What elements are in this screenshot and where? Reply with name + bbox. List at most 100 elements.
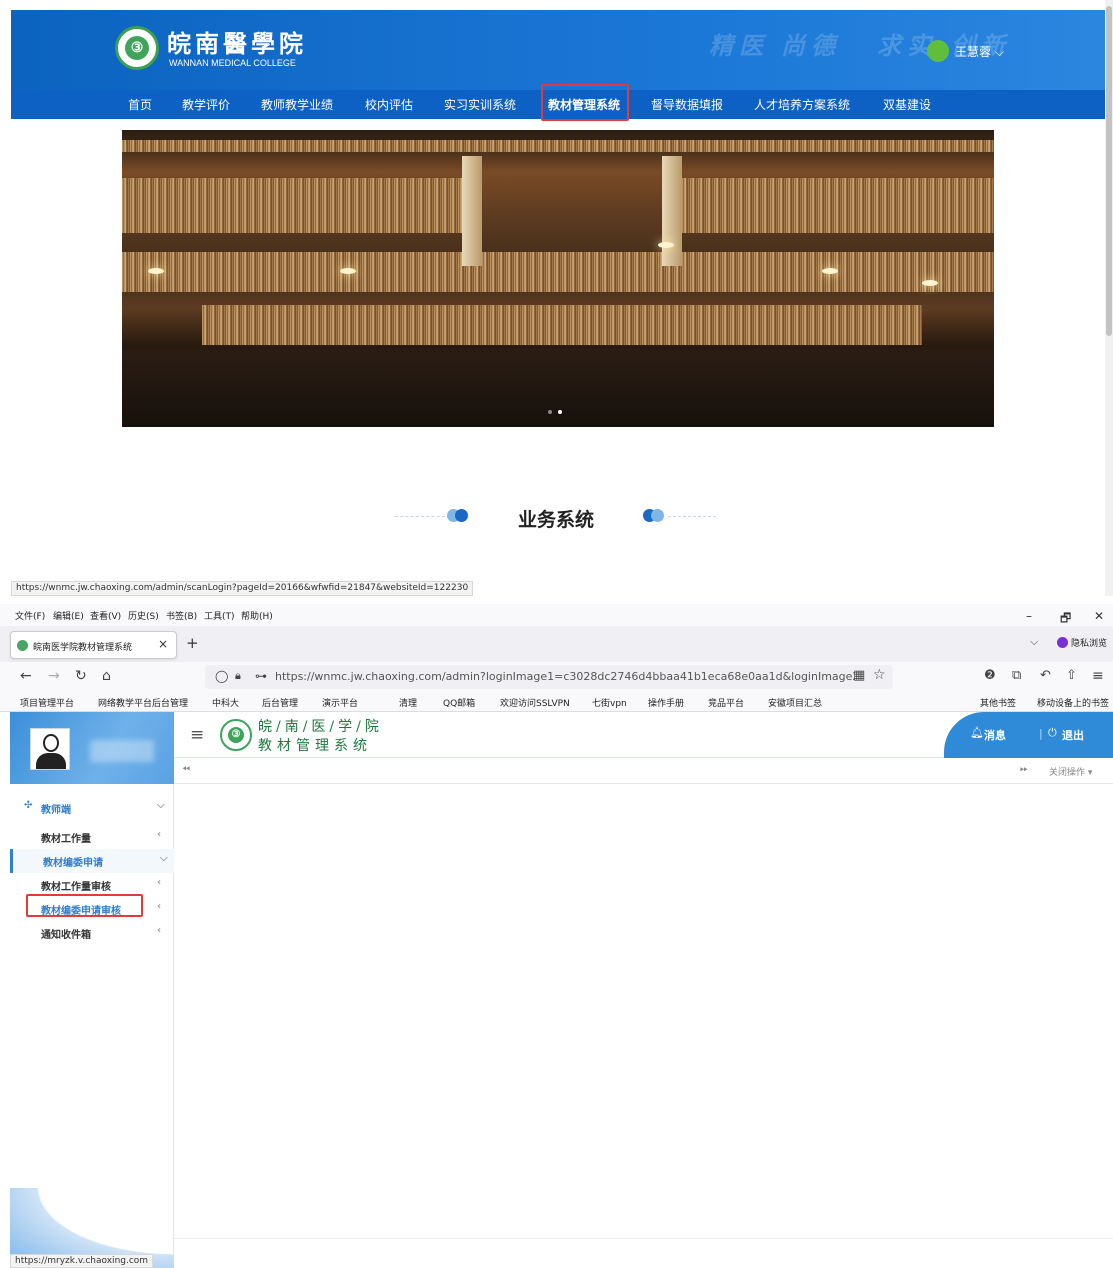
nav-teacher-performance[interactable]: 教师教学业绩	[261, 96, 333, 113]
messages-button[interactable]: 消息	[984, 727, 1006, 743]
forward-icon[interactable]: →	[48, 668, 60, 684]
bookmark-admin[interactable]: 后台管理	[262, 696, 298, 709]
bookmark-clean[interactable]: 清理	[399, 696, 417, 709]
avatar[interactable]	[30, 728, 70, 770]
power-icon[interactable]: ⏻	[1048, 726, 1057, 740]
banner-lamp	[340, 268, 356, 274]
textbook-management-app: ✣ 教师端 ⌵ 教材工作量 ‹ 教材编委申请 ⌵ 教材工作量审核 ‹ 教材编委申…	[10, 712, 1113, 1268]
college-logo[interactable]: ③	[115, 26, 159, 70]
menu-tools[interactable]: 工具(T)	[204, 609, 235, 622]
menu-toggle-icon[interactable]: ≡	[190, 725, 204, 745]
favicon-icon	[17, 640, 28, 651]
nav-talent-training[interactable]: 人才培养方案系统	[754, 96, 850, 113]
tracking-shield-icon[interactable]: ◯	[215, 669, 228, 683]
extension-badge-icon[interactable]: ❷	[984, 668, 996, 683]
banner-shelf	[122, 178, 462, 233]
url-text[interactable]: https://wnmc.jw.chaoxing.com/admin?login…	[275, 670, 855, 683]
sidebar-item-label: 教材工作量审核	[41, 882, 111, 893]
home-icon[interactable]: ⌂	[102, 668, 111, 684]
app-menu-icon[interactable]: ≡	[1092, 668, 1104, 684]
back-icon[interactable]: ←	[20, 668, 32, 684]
permissions-icon[interactable]: ⊶	[255, 669, 267, 683]
bookmark-qijie-vpn[interactable]: 七街vpn	[592, 696, 627, 709]
lock-icon[interactable]: 🔒︎	[235, 669, 241, 683]
private-label: 隐私浏览	[1071, 639, 1108, 649]
chevron-down-icon: ⌵	[994, 45, 1004, 59]
bookmark-qqmail[interactable]: QQ邮箱	[443, 696, 475, 709]
browser-tab[interactable]: 皖南医学院教材管理系统 ×	[10, 631, 177, 659]
app-logo: ③	[220, 719, 252, 751]
browser-window: 文件(F) 编辑(E) 查看(V) 历史(S) 书签(B) 工具(T) 帮助(H…	[0, 604, 1113, 1268]
banner-pillar	[662, 156, 682, 266]
banner-shelf	[122, 252, 994, 292]
menu-history[interactable]: 历史(S)	[128, 609, 159, 622]
header-separator: |	[1039, 727, 1043, 740]
share-icon[interactable]: ⇧	[1066, 668, 1077, 683]
bookmark-project-mgmt[interactable]: 项目管理平台	[20, 696, 74, 709]
nav-internship-system[interactable]: 实习实训系统	[444, 96, 516, 113]
banner-pillar	[462, 156, 482, 266]
bookmark-ustc[interactable]: 中科大	[212, 696, 239, 709]
banner-shelf	[122, 140, 994, 152]
status-bar-url: https://mryzk.v.chaoxing.com	[10, 1254, 154, 1268]
bookmark-sslvpn[interactable]: 欢迎访问SSLVPN	[500, 696, 570, 709]
bookmark-network-teaching[interactable]: 网络教学平台后台管理	[98, 696, 188, 709]
nav-teaching-evaluation[interactable]: 教学评价	[182, 96, 230, 113]
scrollbar-thumb[interactable]	[1106, 6, 1112, 336]
bookmark-manual[interactable]: 操作手册	[648, 696, 684, 709]
close-tab-icon[interactable]: ×	[158, 637, 168, 651]
carousel-dot-active[interactable]	[558, 410, 562, 414]
banner-carousel[interactable]	[122, 130, 994, 427]
site-homepage: ③ 皖南醫學院 WANNAN MEDICAL COLLEGE 精医 尚德 求实 …	[0, 0, 1113, 600]
menu-view[interactable]: 查看(V)	[90, 609, 121, 622]
reload-icon[interactable]: ↻	[75, 668, 87, 684]
bookmark-mobile[interactable]: 移动设备上的书签	[1037, 696, 1109, 709]
sidebar-item-label: 教材工作量	[41, 834, 91, 845]
user-menu[interactable]: 王慧蓉 ⌵	[955, 43, 1004, 60]
sidebar: ✣ 教师端 ⌵ 教材工作量 ‹ 教材编委申请 ⌵ 教材工作量审核 ‹ 教材编委申…	[10, 712, 174, 1268]
app-title-college: 皖/南/医/学/院	[258, 719, 383, 735]
bookmark-star-icon[interactable]: ☆	[873, 667, 886, 683]
chevron-left-icon: ‹	[157, 877, 162, 888]
close-operations-dropdown[interactable]: 关闭操作 ▾	[1049, 765, 1092, 778]
page-tab-bar: ⏪︎ ⏩︎ 关闭操作 ▾	[174, 758, 1113, 784]
bookmark-anhui-projects[interactable]: 安徽项目汇总	[768, 696, 822, 709]
carousel-dot[interactable]	[548, 410, 552, 414]
bell-icon[interactable]: 🔔︎	[970, 726, 984, 739]
screenshot-icon[interactable]: ⧉	[1012, 668, 1021, 683]
logout-button[interactable]: 退出	[1062, 727, 1084, 743]
list-tabs-icon[interactable]: ⌵	[1030, 635, 1038, 649]
user-avatar[interactable]	[927, 40, 949, 62]
scroll-tabs-left-icon[interactable]: ⏪︎	[182, 764, 190, 775]
close-window-button[interactable]: ✕	[1094, 609, 1104, 623]
sidebar-item-label: 通知收件箱	[41, 930, 91, 941]
nav-home[interactable]: 首页	[128, 96, 152, 113]
scrollbar[interactable]	[1105, 0, 1113, 596]
user-name: 王慧蓉	[955, 45, 992, 59]
nav-dual-foundation[interactable]: 双基建设	[883, 96, 931, 113]
sidebar-item-editorial-application[interactable]: 教材编委申请 ⌵	[10, 849, 174, 873]
scroll-tabs-right-icon[interactable]: ⏩︎	[1020, 764, 1028, 775]
bookmark-competitor[interactable]: 竞品平台	[708, 696, 744, 709]
divider-line	[395, 516, 450, 517]
new-tab-button[interactable]: +	[186, 634, 199, 652]
qr-code-icon[interactable]: ▦	[853, 668, 865, 683]
menu-bookmarks[interactable]: 书签(B)	[166, 609, 197, 622]
address-bar[interactable]: ◯ 🔒︎ ⊶ https://wnmc.jw.chaoxing.com/admi…	[205, 665, 893, 689]
nav-supervision-data[interactable]: 督导数据填报	[651, 96, 723, 113]
menu-file[interactable]: 文件(F)	[15, 609, 45, 622]
nav-internal-assessment[interactable]: 校内评估	[365, 96, 413, 113]
menu-edit[interactable]: 编辑(E)	[53, 609, 84, 622]
sidebar-item-textbook-workload[interactable]: 教材工作量 ‹	[10, 825, 174, 849]
minimize-button[interactable]: –	[1026, 609, 1032, 623]
plus-move-icon: ✣	[24, 800, 33, 811]
menu-help[interactable]: 帮助(H)	[241, 609, 273, 622]
banner-lamp	[822, 268, 838, 274]
bookmark-demo[interactable]: 演示平台	[322, 696, 358, 709]
undo-icon[interactable]: ↶	[1040, 668, 1051, 683]
bookmarks-toolbar: 项目管理平台 网络教学平台后台管理 中科大 后台管理 演示平台 清理 QQ邮箱 …	[0, 692, 1113, 712]
bookmark-other[interactable]: 其他书签	[980, 696, 1016, 709]
sidebar-item-notification-inbox[interactable]: 通知收件箱 ‹	[10, 921, 174, 945]
decor-dots-right	[643, 509, 665, 523]
sidebar-section-teacher[interactable]: ✣ 教师端 ⌵	[10, 796, 174, 820]
